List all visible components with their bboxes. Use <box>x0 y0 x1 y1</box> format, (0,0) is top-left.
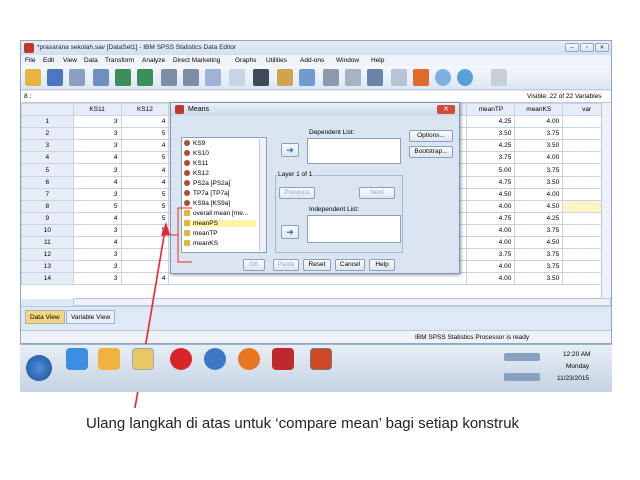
tray-icons-bottom[interactable] <box>504 373 540 381</box>
firefox-icon[interactable] <box>238 348 260 370</box>
start-button-icon[interactable] <box>26 355 52 381</box>
acrobat-icon[interactable] <box>272 348 294 370</box>
tray-icons-top[interactable] <box>504 353 540 361</box>
outlook-icon[interactable] <box>98 348 120 370</box>
opera-icon[interactable] <box>170 348 192 370</box>
powerpoint-icon[interactable] <box>310 348 332 370</box>
clock-day: Monday <box>566 363 590 370</box>
clock-time: 12:20 AM <box>563 351 591 358</box>
explorer-icon[interactable] <box>132 348 154 370</box>
internet-explorer-icon[interactable] <box>66 348 88 370</box>
clock-date: 11/23/2015 <box>557 375 590 382</box>
slide-caption: Ulang langkah di atas untuk ‘compare mea… <box>86 415 520 432</box>
red-arrow-head <box>161 222 170 236</box>
network-icon[interactable] <box>204 348 226 370</box>
windows-taskbar: 12:20 AM Monday 11/23/2015 <box>20 344 612 392</box>
annotation-overlay <box>134 207 192 409</box>
selection-bracket <box>177 207 192 263</box>
